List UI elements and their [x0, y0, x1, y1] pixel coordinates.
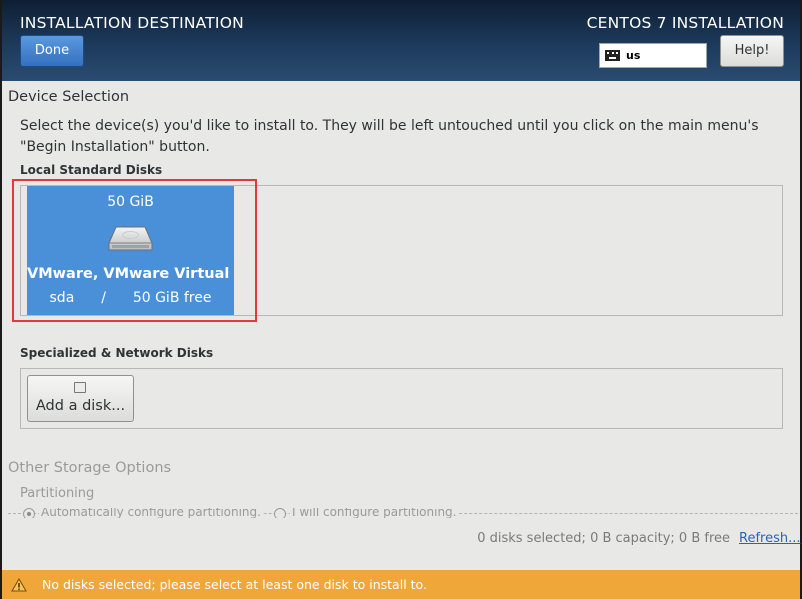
auto-partition-label[interactable]: Automatically configure partitioning. — [39, 508, 263, 518]
warning-bar[interactable]: No disks selected; please select at leas… — [2, 570, 800, 599]
add-disk-button[interactable]: Add a disk... — [27, 375, 134, 422]
warning-icon — [11, 578, 27, 592]
add-disk-label: Add a disk... — [35, 398, 126, 414]
keyboard-icon — [605, 50, 620, 61]
keyboard-layout-label: us — [626, 49, 641, 62]
add-disk-icon — [74, 382, 86, 393]
intro-line-2: "Begin Installation" button. — [20, 139, 210, 155]
manual-partition-radio[interactable] — [274, 508, 286, 518]
local-disks-heading: Local Standard Disks — [20, 163, 163, 177]
partitioning-label: Partitioning — [20, 486, 95, 501]
auto-partition-radio[interactable] — [23, 508, 35, 518]
help-button[interactable]: Help! — [720, 35, 784, 67]
selection-summary: 0 disks selected; 0 B capacity; 0 B free — [477, 531, 730, 546]
product-title: CENTOS 7 INSTALLATION — [586, 14, 784, 32]
network-disks-panel — [20, 368, 783, 429]
manual-partition-label[interactable]: I will configure partitioning. — [290, 508, 459, 518]
device-selection-heading: Device Selection — [8, 89, 130, 105]
warning-text: No disks selected; please select at leas… — [42, 577, 427, 592]
other-storage-heading: Other Storage Options — [8, 460, 172, 476]
refresh-link[interactable]: Refresh... — [739, 531, 801, 546]
intro-text: Select the device(s) you'd like to insta… — [20, 116, 780, 158]
intro-line-1: Select the device(s) you'd like to insta… — [20, 118, 759, 134]
page-title: INSTALLATION DESTINATION — [20, 14, 244, 32]
header-bar: INSTALLATION DESTINATION CENTOS 7 INSTAL… — [2, 0, 800, 81]
done-button[interactable]: Done — [20, 35, 84, 67]
keyboard-layout-indicator[interactable]: us — [599, 43, 707, 68]
highlight-annotation — [12, 179, 257, 322]
partitioning-options: Automatically configure partitioning. I … — [8, 508, 798, 518]
specialized-disks-heading: Specialized & Network Disks — [20, 346, 214, 360]
